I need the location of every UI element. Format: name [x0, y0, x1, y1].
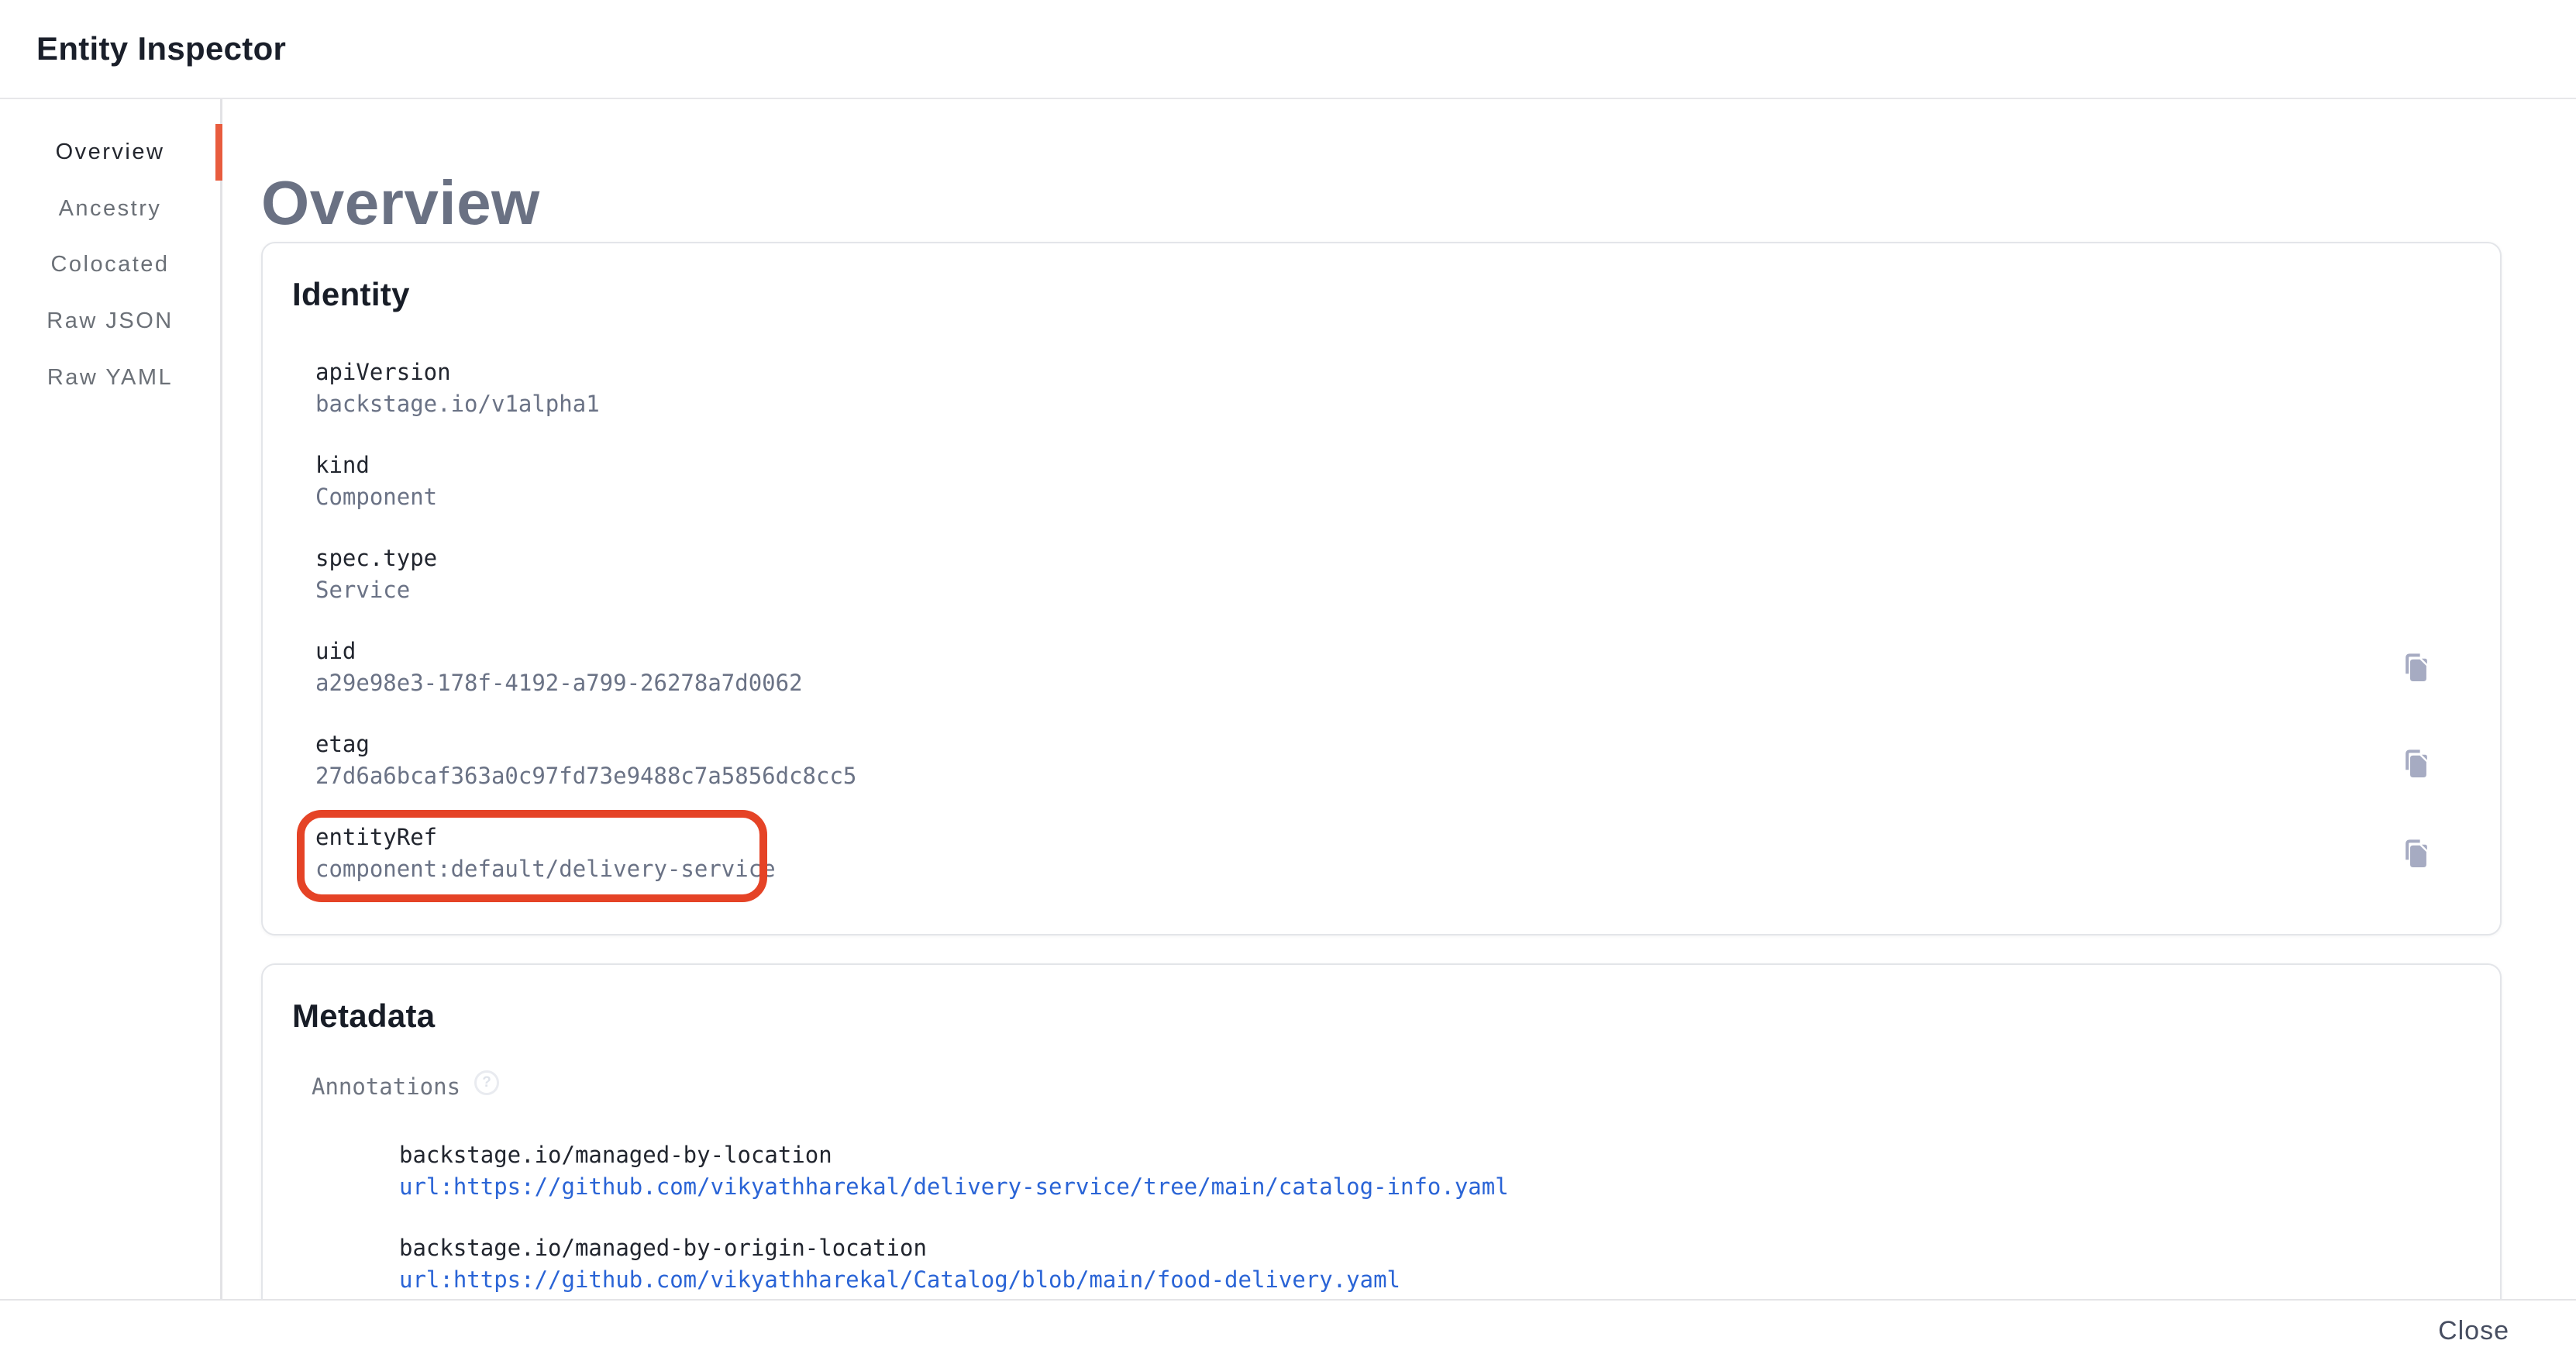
field-apiversion: apiVersion backstage.io/v1alpha1: [315, 360, 600, 416]
sidebar-item-colocated[interactable]: Colocated: [0, 236, 220, 293]
page-title: Overview: [261, 172, 540, 234]
field-uid: uid a29e98e3-178f-4192-a799-26278a7d0062: [315, 639, 803, 695]
field-value: backstage.io/v1alpha1: [315, 391, 600, 416]
copy-etag-button[interactable]: [2392, 743, 2436, 786]
close-button[interactable]: Close: [2426, 1301, 2522, 1361]
field-label: entityRef: [315, 825, 776, 849]
annotation-key: backstage.io/managed-by-origin-location: [399, 1235, 1400, 1260]
annotations-label: Annotations: [312, 1074, 460, 1099]
copy-icon: [2396, 650, 2432, 686]
field-label: uid: [315, 639, 803, 663]
question-mark-circle-icon[interactable]: ?: [474, 1070, 499, 1095]
field-spec-type: spec.type Service: [315, 546, 437, 602]
field-value: 27d6a6bcaf363a0c97fd73e9488c7a5856dc8cc5: [315, 763, 856, 788]
entity-inspector-dialog: Entity Inspector Overview Ancestry Coloc…: [0, 0, 2576, 1361]
copy-entityref-button[interactable]: [2392, 832, 2436, 876]
field-label: etag: [315, 732, 856, 756]
metadata-card-title: Metadata: [292, 998, 435, 1034]
annotation-managed-by-location: backstage.io/managed-by-location url:htt…: [399, 1142, 1509, 1199]
dialog-title: Entity Inspector: [36, 0, 286, 98]
field-value: component:default/delivery-service: [315, 856, 776, 881]
identity-card-title: Identity: [292, 277, 410, 312]
sidebar-tabs: Overview Ancestry Colocated Raw JSON Raw…: [0, 99, 222, 1299]
identity-card: Identity apiVersion backstage.io/v1alpha…: [261, 242, 2502, 935]
annotation-key: backstage.io/managed-by-location: [399, 1142, 1509, 1167]
sidebar-item-overview[interactable]: Overview: [0, 124, 220, 181]
sidebar-item-raw-yaml[interactable]: Raw YAML: [0, 350, 220, 406]
field-value: Service: [315, 577, 437, 602]
field-value: Component: [315, 484, 437, 509]
field-label: apiVersion: [315, 360, 600, 384]
field-kind: kind Component: [315, 453, 437, 509]
metadata-card: Metadata Annotations ? backstage.io/mana…: [261, 963, 2502, 1299]
dialog-header: Entity Inspector: [0, 0, 2576, 99]
sidebar-item-raw-json[interactable]: Raw JSON: [0, 293, 220, 350]
tab-panel-overview: Overview Identity apiVersion backstage.i…: [225, 99, 2576, 1299]
field-etag: etag 27d6a6bcaf363a0c97fd73e9488c7a5856d…: [315, 732, 856, 788]
copy-icon: [2396, 746, 2432, 782]
annotation-managed-by-origin-location: backstage.io/managed-by-origin-location …: [399, 1235, 1400, 1292]
annotation-link[interactable]: url:https://github.com/vikyathharekal/de…: [399, 1174, 1509, 1199]
annotation-link[interactable]: url:https://github.com/vikyathharekal/Ca…: [399, 1267, 1400, 1292]
field-label: kind: [315, 453, 437, 477]
copy-uid-button[interactable]: [2392, 646, 2436, 690]
annotations-header: Annotations ?: [312, 1074, 499, 1099]
active-tab-indicator: [215, 124, 222, 181]
field-entityref: entityRef component:default/delivery-ser…: [315, 825, 776, 881]
field-label: spec.type: [315, 546, 437, 570]
copy-icon: [2396, 836, 2432, 872]
dialog-actions: Close: [0, 1299, 2576, 1361]
field-value: a29e98e3-178f-4192-a799-26278a7d0062: [315, 670, 803, 695]
sidebar-item-ancestry[interactable]: Ancestry: [0, 181, 220, 237]
